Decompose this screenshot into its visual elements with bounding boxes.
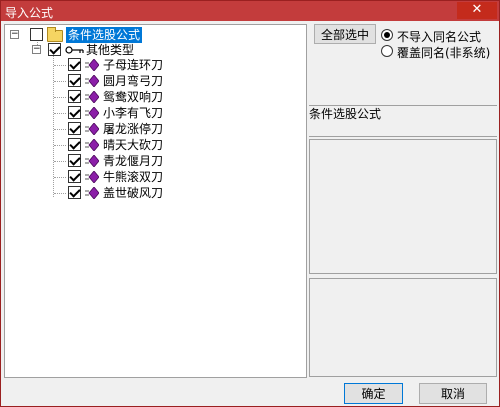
formula-icon bbox=[85, 59, 99, 71]
radio-overwrite-button[interactable] bbox=[381, 45, 393, 57]
close-button[interactable]: ✕ bbox=[457, 2, 497, 19]
tree-item-label: 圆月弯弓刀 bbox=[103, 74, 164, 88]
item-checkbox[interactable] bbox=[68, 122, 81, 135]
item-checkbox[interactable] bbox=[68, 58, 81, 71]
tree-connector bbox=[54, 97, 66, 98]
tree-item[interactable]: 圆月弯弓刀 bbox=[10, 73, 210, 89]
tree-node-label: 条件选股公式 bbox=[66, 27, 143, 43]
formula-description-panel bbox=[309, 278, 497, 377]
cancel-button[interactable]: 取消 bbox=[419, 383, 487, 404]
tree-item[interactable]: 屠龙涨停刀 bbox=[10, 121, 210, 137]
select-all-button[interactable]: 全部选中 bbox=[314, 24, 376, 44]
tree-item-label: 子母连环刀 bbox=[103, 58, 164, 72]
item-checkbox[interactable] bbox=[68, 186, 81, 199]
tree-item-label: 小李有飞刀 bbox=[103, 106, 164, 120]
root-checkbox[interactable] bbox=[30, 28, 43, 41]
formula-tree: − 条件选股公式 − 其他类型 子母连环刀圆月弯弓刀鸳鸯双响刀小李有飞刀屠龙涨停… bbox=[4, 24, 307, 378]
tree-connector bbox=[54, 177, 66, 178]
radio-no-import-button[interactable] bbox=[381, 29, 393, 41]
import-formula-dialog: 导入公式 ✕ − 条件选股公式 − 其他类型 子母连环刀 圆月弯弓刀 鸳鸯双响刀… bbox=[0, 0, 500, 407]
formula-icon bbox=[85, 155, 99, 167]
tree-connector bbox=[54, 193, 66, 194]
formula-detail-panel bbox=[309, 139, 497, 274]
tree-connector bbox=[54, 145, 66, 146]
item-checkbox[interactable] bbox=[68, 106, 81, 119]
formula-icon bbox=[85, 91, 99, 103]
item-checkbox[interactable] bbox=[68, 74, 81, 87]
item-checkbox[interactable] bbox=[68, 154, 81, 167]
tree-node-group[interactable]: − 其他类型 bbox=[10, 42, 210, 58]
tree-item-label: 晴天大砍刀 bbox=[103, 138, 164, 152]
collapse-icon[interactable]: − bbox=[10, 30, 19, 39]
window-title: 导入公式 bbox=[5, 6, 54, 20]
tree-item[interactable]: 小李有飞刀 bbox=[10, 105, 210, 121]
formula-icon bbox=[85, 107, 99, 119]
radio-no-import-label: 不导入同名公式 bbox=[397, 30, 482, 44]
radio-overwrite-label: 覆盖同名(非系统) bbox=[397, 46, 491, 60]
formula-icon bbox=[85, 75, 99, 87]
item-checkbox[interactable] bbox=[68, 90, 81, 103]
formula-icon bbox=[85, 123, 99, 135]
key-icon bbox=[65, 46, 84, 54]
tree-item[interactable]: 盖世破风刀 bbox=[10, 185, 210, 201]
tree-item[interactable]: 子母连环刀 bbox=[10, 57, 210, 73]
formula-icon bbox=[85, 171, 99, 183]
tree-item-label: 屠龙涨停刀 bbox=[103, 122, 164, 136]
radio-overwrite[interactable]: 覆盖同名(非系统) bbox=[381, 44, 499, 60]
ok-button[interactable]: 确定 bbox=[344, 383, 403, 404]
formula-icon bbox=[85, 187, 99, 199]
tree-item-label: 鸳鸯双响刀 bbox=[103, 90, 164, 104]
tree-item-label: 牛熊滚双刀 bbox=[103, 170, 164, 184]
folder-icon bbox=[47, 27, 63, 42]
group-checkbox[interactable] bbox=[48, 43, 61, 56]
radio-no-import[interactable]: 不导入同名公式 bbox=[381, 28, 499, 44]
tree-node-label: 其他类型 bbox=[86, 43, 135, 57]
formula-icon bbox=[85, 139, 99, 151]
title-bar: 导入公式 ✕ bbox=[1, 1, 499, 21]
tree-item[interactable]: 牛熊滚双刀 bbox=[10, 169, 210, 185]
divider bbox=[309, 136, 497, 137]
tree-item[interactable]: 晴天大砍刀 bbox=[10, 137, 210, 153]
formula-type-label: 条件选股公式 bbox=[309, 107, 382, 121]
tree-item[interactable]: 青龙偃月刀 bbox=[10, 153, 210, 169]
collapse-icon[interactable]: − bbox=[32, 45, 41, 54]
item-checkbox[interactable] bbox=[68, 170, 81, 183]
tree-item[interactable]: 鸳鸯双响刀 bbox=[10, 89, 210, 105]
tree-connector bbox=[54, 129, 66, 130]
tree-connector bbox=[54, 161, 66, 162]
tree-item-label: 盖世破风刀 bbox=[103, 186, 164, 200]
tree-connector bbox=[54, 65, 66, 66]
tree-connector bbox=[54, 113, 66, 114]
tree-item-label: 青龙偃月刀 bbox=[103, 154, 164, 168]
tree-connector bbox=[54, 81, 66, 82]
tree-node-root[interactable]: − 条件选股公式 bbox=[10, 27, 210, 43]
item-checkbox[interactable] bbox=[68, 138, 81, 151]
